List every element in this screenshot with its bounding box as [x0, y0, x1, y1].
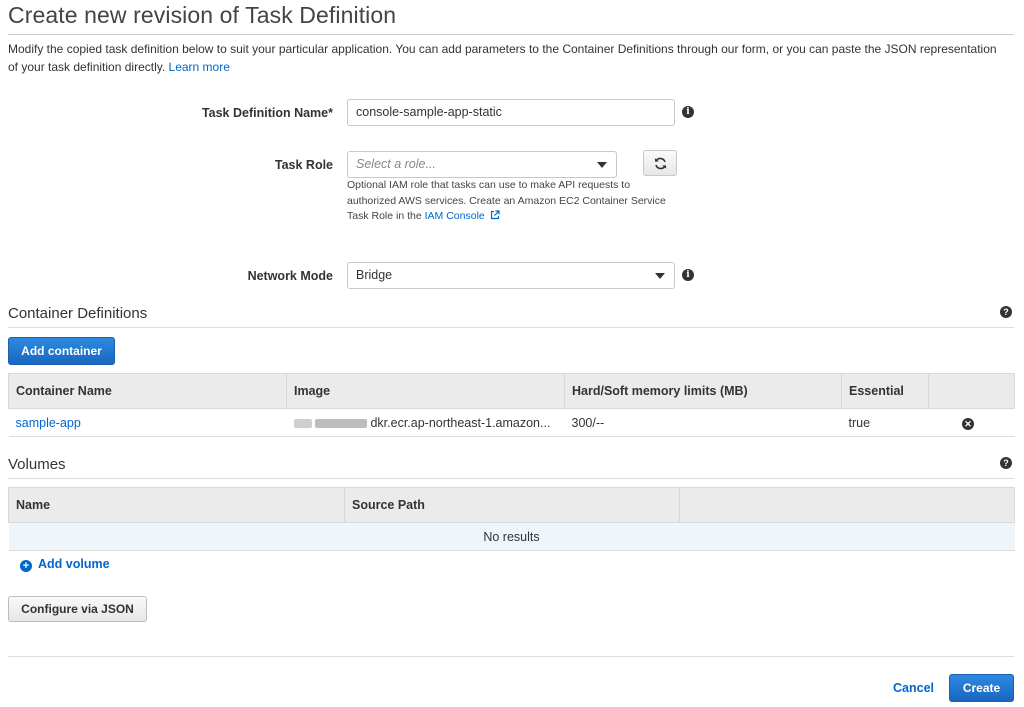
- task-role-hint: Optional IAM role that tasks can use to …: [347, 178, 677, 225]
- container-definitions-title: Container Definitions: [8, 305, 148, 322]
- learn-more-link[interactable]: Learn more: [169, 60, 230, 74]
- redacted-account-id: [314, 418, 367, 428]
- essential-cell: true: [841, 408, 929, 437]
- column-header-image[interactable]: Image: [286, 373, 565, 409]
- volumes-title: Volumes: [8, 456, 66, 473]
- column-header-name[interactable]: Name: [8, 487, 345, 523]
- table-header-row: Name Source Path: [8, 487, 1015, 523]
- column-header-source-path[interactable]: Source Path: [344, 487, 680, 523]
- chevron-down-icon: [597, 162, 607, 168]
- task-definition-name-label: Task Definition Name*: [201, 106, 333, 120]
- network-mode-label: Network Mode: [247, 269, 333, 283]
- add-volume-label: Add volume: [38, 557, 110, 571]
- table-row: No results: [8, 522, 1015, 551]
- task-definition-name-input[interactable]: console-sample-app-static: [347, 99, 675, 126]
- no-results-text: No results: [8, 522, 1015, 551]
- task-role-label: Task Role: [274, 158, 333, 172]
- container-definitions-divider: [8, 327, 1014, 328]
- network-mode-value: Bridge: [356, 268, 393, 282]
- remove-icon[interactable]: ✕: [962, 417, 974, 430]
- task-role-hint-text: Optional IAM role that tasks can use to …: [347, 179, 666, 222]
- iam-console-link[interactable]: IAM Console: [425, 210, 500, 222]
- table-header-row: Container Name Image Hard/Soft memory li…: [8, 373, 1015, 409]
- chevron-down-icon: [655, 273, 665, 279]
- container-definitions-table: Container Name Image Hard/Soft memory li…: [8, 373, 1015, 437]
- title-divider: [8, 34, 1014, 35]
- create-button[interactable]: Create: [949, 674, 1014, 702]
- redacted-account-id: [293, 418, 312, 428]
- refresh-roles-button[interactable]: [643, 150, 677, 176]
- volumes-table: Name Source Path No results: [8, 487, 1015, 551]
- image-cell: dkr.ecr.ap-northeast-1.amazon...: [286, 408, 565, 437]
- container-name-link[interactable]: sample-app: [16, 416, 81, 430]
- external-link-icon: [490, 210, 500, 220]
- task-role-select[interactable]: Select a role...: [347, 151, 617, 178]
- column-header-actions: [928, 373, 1015, 409]
- memory-cell: 300/--: [564, 408, 842, 437]
- cancel-link[interactable]: Cancel: [893, 681, 934, 695]
- task-role-placeholder: Select a role...: [356, 157, 436, 171]
- add-container-button[interactable]: Add container: [8, 337, 115, 365]
- refresh-icon: [654, 157, 667, 170]
- page-title: Create new revision of Task Definition: [8, 2, 397, 28]
- volumes-divider: [8, 478, 1014, 479]
- task-definition-name-info-icon[interactable]: i: [682, 106, 694, 118]
- column-header-container-name[interactable]: Container Name: [8, 373, 287, 409]
- configure-via-json-button[interactable]: Configure via JSON: [8, 596, 147, 622]
- table-row: sample-app dkr.ecr.ap-northeast-1.amazon…: [8, 408, 1015, 437]
- footer-divider: [8, 656, 1014, 657]
- network-mode-info-icon[interactable]: i: [682, 269, 694, 281]
- intro-text: Modify the copied task definition below …: [8, 42, 997, 74]
- plus-circle-icon: +: [20, 560, 32, 572]
- column-header-memory[interactable]: Hard/Soft memory limits (MB): [564, 373, 842, 409]
- image-value: dkr.ecr.ap-northeast-1.amazon...: [370, 415, 551, 430]
- column-header-essential[interactable]: Essential: [841, 373, 929, 409]
- container-definitions-help-icon[interactable]: ?: [1000, 306, 1012, 318]
- iam-console-link-label: IAM Console: [424, 210, 485, 222]
- add-volume-link[interactable]: + Add volume: [20, 557, 110, 572]
- volumes-help-icon[interactable]: ?: [1000, 457, 1012, 469]
- page-intro: Modify the copied task definition below …: [8, 40, 1008, 76]
- network-mode-select[interactable]: Bridge: [347, 262, 675, 289]
- column-header-empty: [679, 487, 1015, 523]
